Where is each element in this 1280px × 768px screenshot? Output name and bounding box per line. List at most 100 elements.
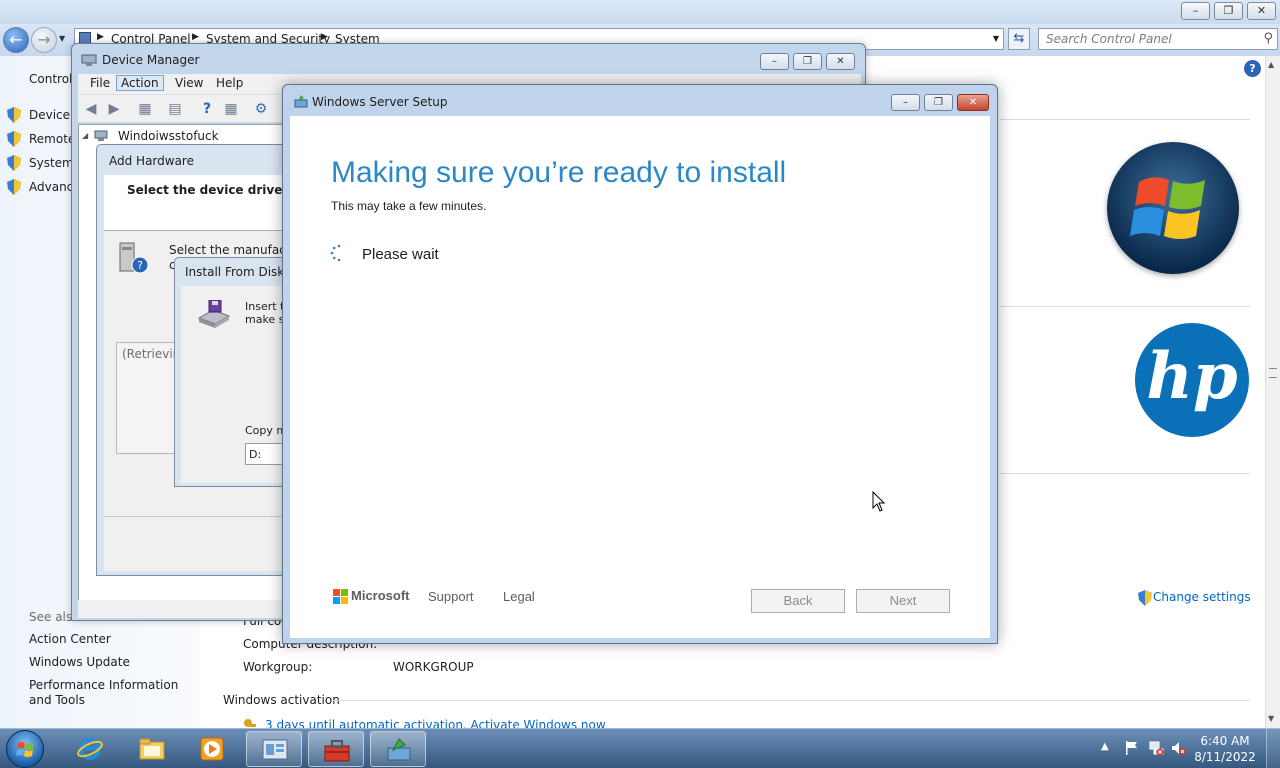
network-disconnected-icon[interactable]: [1148, 740, 1164, 756]
scroll-up-icon[interactable]: ▲: [1268, 60, 1274, 69]
close-button[interactable]: ✕: [826, 53, 855, 70]
close-button[interactable]: ✕: [957, 94, 989, 111]
dialog-title: Add Hardware: [109, 154, 194, 168]
menu-help[interactable]: Help: [212, 76, 247, 90]
vertical-scrollbar[interactable]: ▲ ▼: [1265, 56, 1280, 728]
workgroup-label: Workgroup:: [243, 660, 313, 674]
search-input[interactable]: Search Control Panel ⚲: [1038, 28, 1278, 50]
taskbar-file-explorer[interactable]: [124, 731, 180, 767]
help-icon[interactable]: ?: [1244, 60, 1261, 77]
computer-help-icon: ?: [119, 242, 149, 274]
dialog-title: Install From Disk: [185, 265, 285, 279]
windows-update-link[interactable]: Windows Update: [29, 655, 194, 670]
control-panel-home-link[interactable]: Control: [29, 72, 72, 86]
taskbar-internet-explorer[interactable]: [62, 731, 118, 767]
show-hidden-icons-icon[interactable]: ▲: [1101, 741, 1109, 752]
divider: [1000, 306, 1250, 307]
volume-muted-icon[interactable]: [1170, 740, 1186, 756]
collapse-icon[interactable]: ◢: [82, 131, 88, 140]
maximize-button[interactable]: ❐: [924, 94, 953, 111]
clock-time[interactable]: 6:40 AM: [1190, 734, 1260, 748]
menu-action[interactable]: Action: [116, 75, 164, 91]
page-subtitle: This may take a few minutes.: [331, 199, 487, 213]
sidebar-item-remote-settings[interactable]: Remote: [29, 132, 75, 146]
refresh-icon[interactable]: ⇆: [1008, 28, 1030, 50]
action-center-flag-icon[interactable]: [1124, 740, 1140, 756]
minimize-button[interactable]: –: [760, 53, 789, 70]
tree-root-computer[interactable]: Windoiwsstofuck: [118, 129, 219, 143]
svg-text:?: ?: [137, 259, 143, 272]
activate-windows-link[interactable]: 3 days until automatic activation. Activ…: [265, 718, 606, 728]
search-icon[interactable]: ⚲: [1263, 31, 1273, 46]
shield-icon: [1138, 590, 1152, 609]
change-settings-link[interactable]: Change settings: [1153, 590, 1251, 604]
taskbar-server-manager[interactable]: [246, 731, 302, 767]
shield-icon: [7, 107, 21, 123]
search-placeholder: Search Control Panel: [1046, 32, 1172, 46]
control-panel-titlebar: – ❐ ✕: [0, 0, 1280, 24]
maximize-button[interactable]: ❐: [1214, 2, 1243, 20]
window-title: Device Manager: [102, 53, 200, 67]
server-manager-icon: [262, 739, 288, 760]
mouse-cursor-icon: [872, 491, 886, 512]
shield-icon: [7, 131, 21, 147]
page-title: Making sure you’re ready to install: [331, 156, 787, 189]
minimize-button[interactable]: –: [891, 94, 920, 111]
sidebar-item-advanced-settings[interactable]: Advanc: [29, 180, 73, 194]
taskbar: ▲ 6:40 AM 8/11/2022: [0, 728, 1280, 768]
help-icon[interactable]: ?: [198, 100, 216, 118]
address-dropdown-icon[interactable]: ▼: [993, 34, 999, 43]
manufacturer-instructions: Select the manufactu: [169, 243, 299, 257]
show-hide-tree-icon[interactable]: ▦: [136, 100, 154, 118]
breadcrumb-separator-icon: ▶: [97, 32, 104, 42]
scan-hardware-icon[interactable]: ⚙: [252, 100, 270, 118]
properties-icon[interactable]: ▤: [166, 100, 184, 118]
back-arrow-icon[interactable]: ←: [3, 27, 29, 53]
shield-icon: [7, 179, 21, 195]
device-manager-icon: [81, 53, 97, 67]
legal-link[interactable]: Legal: [503, 589, 535, 604]
folder-icon: [139, 738, 165, 760]
sidebar-item-system-protection[interactable]: System: [29, 156, 74, 170]
recent-pages-dropdown-icon[interactable]: ▼: [59, 34, 65, 43]
hp-logo: hp: [1135, 323, 1249, 437]
divider: [1000, 119, 1250, 120]
taskbar-windows-setup[interactable]: [370, 731, 426, 767]
window-title: Windows Server Setup: [312, 95, 448, 109]
view-icon[interactable]: ▦: [222, 100, 240, 118]
menu-file[interactable]: File: [86, 76, 114, 90]
close-button[interactable]: ✕: [1247, 2, 1276, 20]
microsoft-brand: Microsoft: [351, 588, 410, 603]
forward-arrow-icon[interactable]: ▶: [105, 100, 123, 118]
dialog-header: Select the device driver yo: [104, 175, 310, 231]
media-player-icon: [200, 737, 224, 761]
action-center-link[interactable]: Action Center: [29, 632, 194, 647]
computer-icon: [94, 130, 108, 142]
maximize-button[interactable]: ❐: [793, 53, 822, 70]
back-button[interactable]: Back: [751, 589, 845, 613]
show-desktop-button[interactable]: [1266, 729, 1280, 768]
menu-view[interactable]: View: [171, 76, 207, 90]
scroll-grip-icon[interactable]: [1269, 368, 1277, 378]
taskbar-toolbox[interactable]: [308, 731, 364, 767]
windows-server-setup-window: Windows Server Setup – ❐ ✕ Making sure y…: [282, 84, 998, 644]
forward-arrow-icon[interactable]: →: [31, 27, 57, 53]
divider: [104, 516, 310, 517]
taskbar-media-player[interactable]: [184, 731, 240, 767]
divider: [1000, 473, 1250, 474]
performance-information-link[interactable]: Performance Information and Tools: [29, 678, 194, 708]
start-button[interactable]: [6, 730, 44, 768]
internet-explorer-icon: [77, 738, 103, 760]
scroll-down-icon[interactable]: ▼: [1268, 714, 1274, 723]
setup-content: Making sure you’re ready to install This…: [290, 116, 990, 638]
setup-app-icon: [387, 738, 411, 761]
loading-spinner-icon: [330, 244, 341, 262]
breadcrumb-separator-icon: ▶: [192, 32, 199, 42]
support-link[interactable]: Support: [428, 589, 474, 604]
workgroup-value: WORKGROUP: [393, 660, 474, 674]
back-arrow-icon[interactable]: ◀: [82, 100, 100, 118]
minimize-button[interactable]: –: [1181, 2, 1210, 20]
clock-date[interactable]: 8/11/2022: [1190, 750, 1260, 764]
shield-icon: [7, 155, 21, 171]
next-button[interactable]: Next: [856, 589, 950, 613]
